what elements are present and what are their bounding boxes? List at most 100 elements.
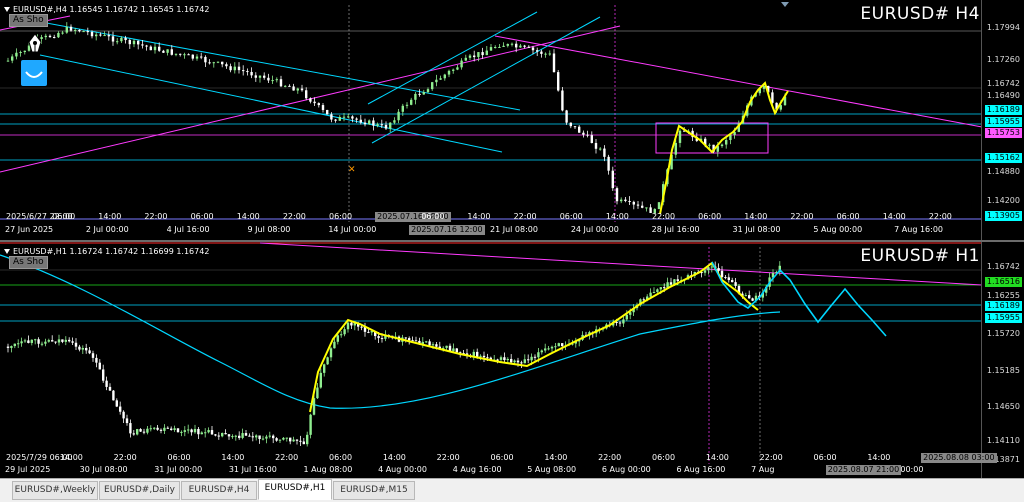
candle-body	[258, 435, 261, 440]
time-tick-label: 06:00	[421, 212, 445, 221]
candle-body	[481, 52, 484, 56]
candle-body	[108, 386, 112, 391]
candle-body	[275, 79, 278, 81]
projection-path	[711, 261, 887, 337]
candle-body	[95, 34, 98, 37]
h4-chart-pane[interactable]: ✕ EURUSD#,H4 1.16545 1.16742 1.16545 1.1…	[0, 0, 1024, 240]
candle-body	[78, 29, 81, 32]
price-label: 1.17260	[986, 55, 1020, 64]
candle-body	[141, 44, 144, 46]
chart-tab-eurusd-h1[interactable]: EURUSD#,H1	[258, 479, 332, 500]
candle-body	[246, 71, 249, 73]
time-tick-label: 14:00	[59, 453, 83, 462]
candle-body	[523, 45, 526, 47]
pen-tool-icon[interactable]	[26, 32, 44, 56]
chart-tab-eurusd-m15[interactable]: EURUSD#,M15	[333, 481, 415, 500]
date-tick-label: 27 Jun 2025	[5, 225, 54, 234]
candle-body	[250, 71, 253, 76]
h4-price-axis[interactable]: 1.17994 1.17260 1.16742 1.16490 1.16189 1.159…	[981, 0, 1024, 240]
candle-body	[229, 66, 232, 71]
dropdown-triangle-icon[interactable]	[4, 7, 10, 12]
candle-body	[452, 348, 455, 352]
trendline-cyan	[39, 54, 503, 153]
candle-body	[455, 348, 458, 353]
candle-body	[342, 116, 346, 118]
candle-body	[57, 32, 60, 38]
candle-body	[428, 341, 431, 346]
date-tick-label: 7 Aug	[751, 465, 775, 474]
smiley-expert-icon[interactable]	[21, 60, 47, 86]
candle-body	[649, 292, 652, 297]
dropdown-triangle-icon[interactable]	[4, 249, 10, 254]
candle-body	[452, 69, 455, 71]
time-tick-label: 22:00	[598, 453, 622, 462]
chart-shift-marker-icon[interactable]	[781, 2, 789, 7]
time-tick-label: 14:00	[867, 453, 891, 462]
h4-chart-canvas[interactable]: ✕	[0, 0, 1024, 240]
candle-body	[261, 438, 265, 440]
price-label: 1.16742	[986, 262, 1020, 271]
candle-body	[468, 55, 472, 58]
candle-body	[477, 52, 480, 58]
candle-body	[408, 338, 411, 341]
time-tick-label: 06:00	[836, 212, 860, 221]
candle-body	[523, 359, 526, 364]
candle-body	[122, 411, 125, 419]
candle-body	[431, 82, 434, 90]
candle-body	[187, 54, 190, 56]
candle-body	[268, 435, 271, 437]
candle-body	[618, 322, 622, 324]
candle-body	[540, 51, 543, 54]
candle-body	[309, 414, 312, 435]
candle-body	[244, 433, 248, 436]
candle-body	[180, 431, 183, 433]
h4-info-line: EURUSD#,H4 1.16545 1.16742 1.16545 1.167…	[4, 5, 209, 14]
candle-body	[734, 282, 737, 286]
candle-body	[255, 435, 258, 438]
candle-body	[565, 110, 568, 123]
candle-body	[401, 105, 404, 112]
date-tick-label: 5 Aug 08:00	[527, 465, 577, 474]
candle-body	[258, 75, 262, 78]
candle-body	[44, 35, 47, 38]
candle-body	[724, 277, 727, 279]
h1-chart-canvas[interactable]	[0, 242, 1024, 478]
candle-body	[162, 50, 165, 53]
candle-body	[120, 37, 123, 42]
candle-body	[149, 428, 152, 430]
candle-body	[636, 204, 640, 206]
candle-body	[611, 170, 614, 189]
candle-body	[40, 343, 44, 345]
candle-body	[513, 360, 516, 363]
candle-body	[34, 339, 37, 341]
chart-tab-eurusd-daily[interactable]: EURUSD#,Daily	[99, 481, 180, 500]
as-shown-button[interactable]: As Sho	[9, 14, 48, 27]
candle-body	[414, 93, 417, 100]
candle-body	[241, 433, 244, 438]
candle-body	[557, 343, 560, 347]
chart-tab-eurusd-h4[interactable]: EURUSD#,H4	[181, 481, 257, 500]
h1-price-axis[interactable]: 1.16742 1.16516 1.16255 1.16189 1.15955 1.157…	[981, 242, 1024, 478]
candle-body	[30, 339, 33, 343]
time-tick-label: 22:00	[282, 212, 306, 221]
candle-body	[473, 55, 476, 58]
as-shown-button[interactable]: As Sho	[9, 256, 48, 269]
candle-body	[333, 341, 336, 349]
time-tick-label: 14:00	[98, 212, 122, 221]
candle-body	[302, 441, 305, 445]
candle-body	[279, 79, 283, 87]
candle-body	[599, 148, 602, 150]
candle-body	[548, 53, 551, 55]
price-label: 1.14110	[986, 436, 1020, 445]
date-tick-label: 4 Aug 00:00	[378, 465, 427, 474]
candle-body	[620, 199, 623, 202]
candle-body	[132, 40, 136, 45]
candle-body	[13, 343, 16, 347]
h1-chart-pane[interactable]: EURUSD#,H1 1.16724 1.16742 1.16699 1.167…	[0, 242, 1024, 478]
chart-tab-eurusd-weekly[interactable]: EURUSD#,Weekly	[12, 481, 98, 500]
h1-symbol-title: EURUSD# H1	[860, 246, 980, 266]
candle-body	[510, 43, 514, 45]
candle-body	[435, 79, 438, 83]
candle-body	[137, 40, 140, 45]
price-label: 1.14650	[986, 402, 1020, 411]
